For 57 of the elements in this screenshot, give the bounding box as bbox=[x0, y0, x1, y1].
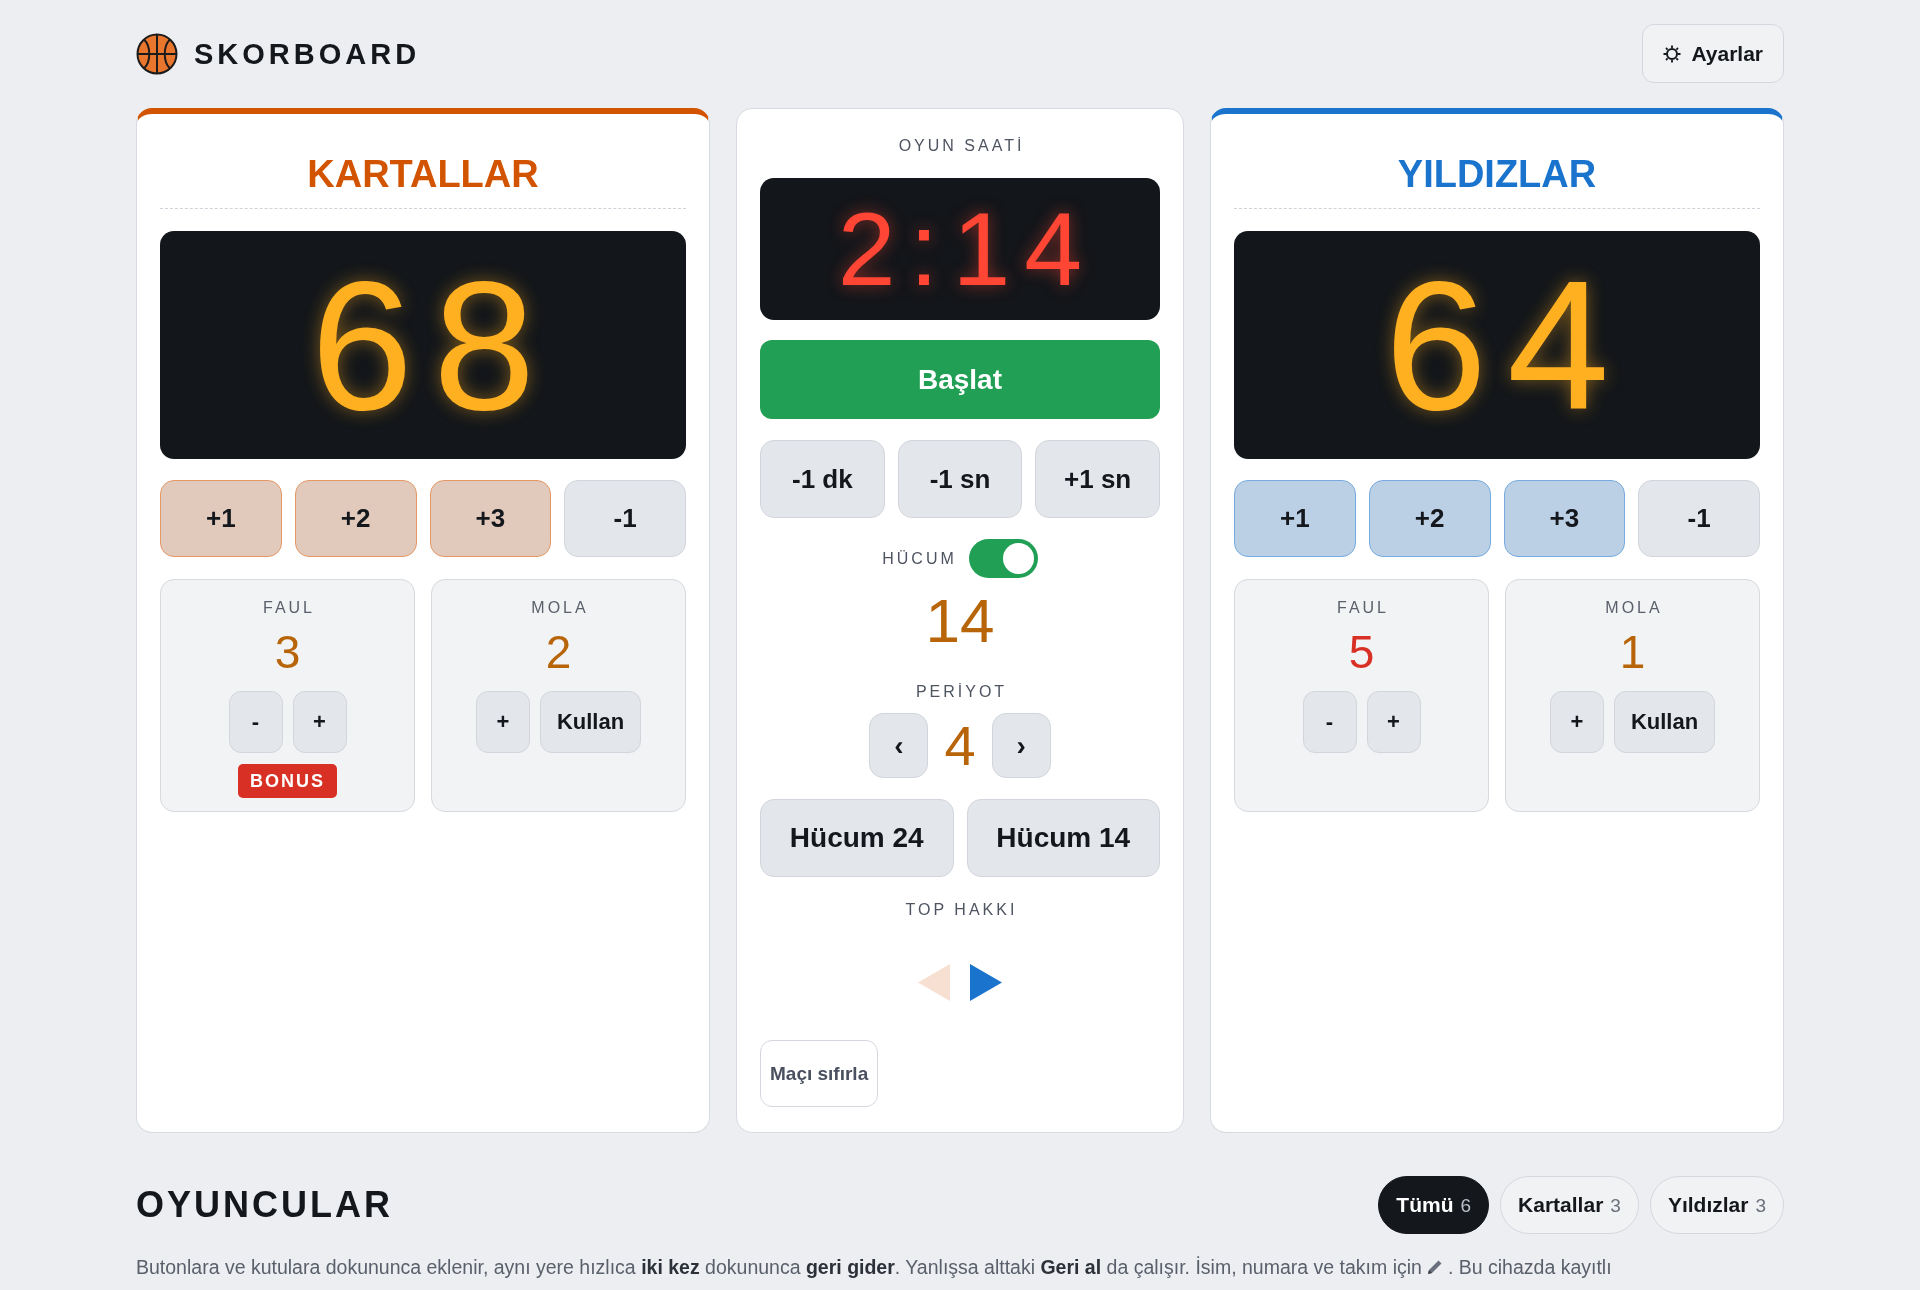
stat-label: FAUL bbox=[1336, 598, 1389, 618]
stat-label: FAUL bbox=[262, 598, 315, 618]
filter-tab[interactable]: Tümü 6 bbox=[1378, 1176, 1490, 1234]
pencil-icon bbox=[1425, 1258, 1444, 1276]
reset-button[interactable]: Maçı sıfırla bbox=[760, 1040, 879, 1107]
basketball-icon bbox=[136, 32, 178, 75]
counter-button[interactable]: Kullan bbox=[539, 691, 642, 753]
stat-label: MOLA bbox=[1604, 598, 1663, 618]
shot-clock-reset-button[interactable]: Hücum 24 bbox=[760, 799, 954, 877]
time-adjust-button[interactable]: -1 sn bbox=[897, 440, 1023, 518]
team-name: KARTALLAR bbox=[307, 152, 539, 197]
counter-button[interactable]: + bbox=[475, 691, 530, 753]
app-title: SKORBOARD bbox=[194, 36, 421, 72]
next-button[interactable]: › bbox=[991, 713, 1051, 778]
stat-value: 5 bbox=[1348, 626, 1375, 678]
score-button[interactable]: +3 bbox=[1503, 480, 1626, 557]
score-value: 68 bbox=[309, 253, 556, 437]
time-adjust-button[interactable]: +1 sn bbox=[1035, 440, 1160, 518]
time-adjust-button[interactable]: -1 dk bbox=[760, 440, 885, 518]
counter-button[interactable]: + bbox=[1549, 691, 1604, 753]
stat-label: MOLA bbox=[530, 598, 589, 618]
score-button[interactable]: +1 bbox=[160, 480, 282, 557]
score-button[interactable]: -1 bbox=[564, 480, 686, 557]
clock-value: 2:14 bbox=[836, 197, 1097, 301]
section-label: PERİYOT bbox=[914, 682, 1008, 702]
score-value: 64 bbox=[1383, 253, 1630, 437]
team-name: YILDIZLAR bbox=[1397, 152, 1597, 197]
score-button[interactable]: +1 bbox=[1234, 480, 1356, 557]
filter-tab[interactable]: Yıldızlar 3 bbox=[1649, 1176, 1784, 1234]
bonus-badge: BONUS bbox=[238, 764, 337, 798]
hint-text: . Bu cihazda kayıtlı bbox=[1447, 1255, 1612, 1279]
filter-tab[interactable]: Kartallar 3 bbox=[1500, 1176, 1639, 1234]
previous-button[interactable]: ‹ bbox=[869, 713, 929, 778]
counter-button[interactable]: + bbox=[292, 691, 347, 753]
score-button[interactable]: +3 bbox=[429, 480, 552, 557]
hint-text: Butonlara ve kutulara dokununca eklenir, aynı yere hızlıca iki kez dokununca geri gider. Yanlışsa alttaki Geri al da çalışır. İsim, numara ve takım için bbox=[136, 1255, 1422, 1279]
section-title: OYUNCULAR bbox=[136, 1183, 393, 1227]
counter-button[interactable]: + bbox=[1366, 691, 1421, 753]
shot-clock-value: 14 bbox=[925, 590, 995, 652]
settings-button[interactable]: Ayarlar bbox=[1642, 24, 1784, 83]
score-button[interactable]: -1 bbox=[1638, 480, 1760, 557]
toggle-label: HÜCUM bbox=[882, 548, 957, 569]
stat-value: 3 bbox=[274, 626, 301, 678]
stat-value: 1 bbox=[1619, 626, 1646, 678]
toggle-switch[interactable] bbox=[968, 539, 1038, 578]
arrow-right-icon[interactable] bbox=[970, 964, 1002, 1001]
score-button[interactable]: +2 bbox=[1368, 480, 1491, 557]
section-label: TOP HAKKI bbox=[904, 900, 1018, 920]
stat-value: 2 bbox=[545, 626, 572, 678]
counter-button[interactable]: Kullan bbox=[1613, 691, 1716, 753]
counter-button[interactable]: - bbox=[1302, 691, 1357, 753]
period-value: 4 bbox=[944, 715, 976, 776]
score-button[interactable]: +2 bbox=[294, 480, 417, 557]
section-label: OYUN SAATİ bbox=[897, 136, 1025, 156]
shot-clock-reset-button[interactable]: Hücum 14 bbox=[966, 799, 1160, 877]
counter-button[interactable]: - bbox=[228, 691, 283, 753]
settings-icon bbox=[1663, 44, 1682, 63]
